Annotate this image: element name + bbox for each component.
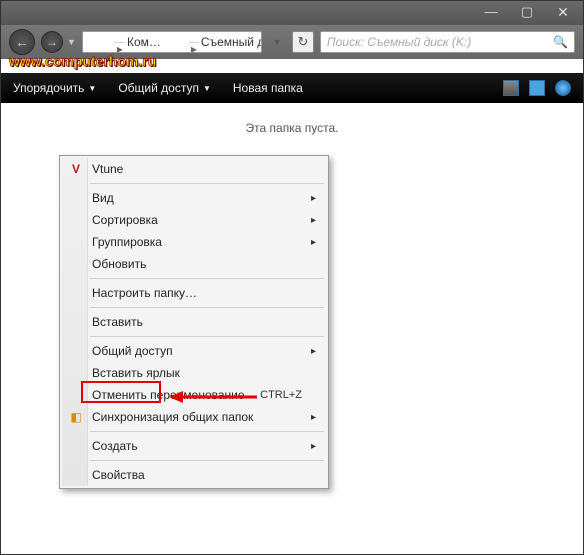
vtune-icon: V	[68, 161, 84, 177]
close-button[interactable]: ✕	[549, 5, 577, 21]
annotation-arrow-icon	[169, 389, 259, 405]
menu-item-sync-shared[interactable]: ◧ Синхронизация общих папок ▸	[62, 406, 326, 428]
command-toolbar: Упорядочить ▼ Общий доступ ▼ Новая папка	[1, 73, 583, 103]
back-button[interactable]: ←	[9, 29, 35, 55]
sync-icon: ◧	[68, 409, 84, 425]
share-label: Общий доступ	[118, 81, 199, 95]
title-bar: — ▢ ✕	[1, 1, 583, 25]
menu-item-sort[interactable]: Сортировка ▸	[62, 209, 326, 231]
search-placeholder: Поиск: Съемный диск (K:)	[327, 35, 471, 49]
menu-item-view[interactable]: Вид ▸	[62, 187, 326, 209]
menu-item-properties[interactable]: Свойства	[62, 464, 326, 486]
menu-separator	[90, 183, 324, 184]
menu-label: Синхронизация общих папок	[92, 410, 253, 424]
watermark-text: www.computerhom.ru	[9, 53, 156, 69]
share-menu[interactable]: Общий доступ ▼	[118, 81, 211, 95]
folder-content-area[interactable]: Эта папка пуста. V Vtune Вид ▸ Сортировк…	[1, 103, 583, 554]
new-folder-label: Новая папка	[233, 81, 303, 95]
explorer-window: — ▢ ✕ ← → ▼ ▸ Ком… ▸ Съемный д… ▼ ↻ Поис…	[0, 0, 584, 555]
organize-menu[interactable]: Упорядочить ▼	[13, 81, 96, 95]
refresh-button[interactable]: ↻	[292, 31, 314, 53]
menu-shortcut: CTRL+Z	[260, 389, 302, 401]
search-icon: 🔍	[553, 35, 568, 49]
help-button[interactable]	[555, 80, 571, 96]
menu-item-vtune[interactable]: V Vtune	[62, 158, 326, 180]
breadcrumb-seg-drive[interactable]: Съемный д…	[201, 35, 262, 49]
menu-label: Вставить ярлык	[92, 366, 180, 380]
minimize-button[interactable]: —	[477, 5, 505, 21]
menu-label: Группировка	[92, 235, 162, 249]
nav-history-dropdown[interactable]: ▼	[67, 37, 76, 47]
menu-item-paste[interactable]: Вставить	[62, 311, 326, 333]
search-input[interactable]: Поиск: Съемный диск (K:) 🔍	[320, 31, 575, 53]
submenu-arrow-icon: ▸	[311, 441, 316, 452]
submenu-arrow-icon: ▸	[311, 215, 316, 226]
submenu-arrow-icon: ▸	[311, 346, 316, 357]
submenu-arrow-icon: ▸	[311, 193, 316, 204]
breadcrumb-dropdown[interactable]: ▼	[268, 37, 286, 47]
menu-label: Сортировка	[92, 213, 158, 227]
chevron-down-icon: ▼	[88, 84, 96, 93]
menu-label: Настроить папку…	[92, 286, 197, 300]
menu-separator	[90, 431, 324, 432]
menu-label: Вставить	[92, 315, 143, 329]
context-menu: V Vtune Вид ▸ Сортировка ▸ Группировка ▸…	[59, 155, 329, 489]
submenu-arrow-icon: ▸	[311, 412, 316, 423]
menu-label: Вид	[92, 191, 114, 205]
menu-separator	[90, 460, 324, 461]
breadcrumb[interactable]: ▸ Ком… ▸ Съемный д…	[82, 31, 262, 53]
menu-label: Обновить	[92, 257, 146, 271]
menu-label: Vtune	[92, 162, 123, 176]
annotation-highlight-box	[81, 381, 161, 403]
preview-pane-button[interactable]	[529, 80, 545, 96]
maximize-button[interactable]: ▢	[513, 5, 541, 21]
views-button[interactable]	[503, 80, 519, 96]
chevron-down-icon: ▼	[203, 84, 211, 93]
forward-button[interactable]: →	[41, 31, 63, 53]
breadcrumb-sep-icon: ▸	[115, 42, 125, 43]
breadcrumb-seg-computer[interactable]: Ком…	[127, 35, 161, 49]
submenu-arrow-icon: ▸	[311, 237, 316, 248]
empty-folder-text: Эта папка пуста.	[1, 103, 583, 135]
menu-item-customize-folder[interactable]: Настроить папку…	[62, 282, 326, 304]
organize-label: Упорядочить	[13, 81, 84, 95]
menu-item-refresh[interactable]: Обновить	[62, 253, 326, 275]
new-folder-button[interactable]: Новая папка	[233, 81, 303, 95]
menu-item-share[interactable]: Общий доступ ▸	[62, 340, 326, 362]
menu-label: Свойства	[92, 468, 145, 482]
menu-label: Общий доступ	[92, 344, 173, 358]
menu-separator	[90, 307, 324, 308]
menu-separator	[90, 336, 324, 337]
menu-item-group[interactable]: Группировка ▸	[62, 231, 326, 253]
menu-item-create[interactable]: Создать ▸	[62, 435, 326, 457]
menu-separator	[90, 278, 324, 279]
breadcrumb-sep-icon: ▸	[189, 42, 199, 43]
menu-label: Создать	[92, 439, 138, 453]
